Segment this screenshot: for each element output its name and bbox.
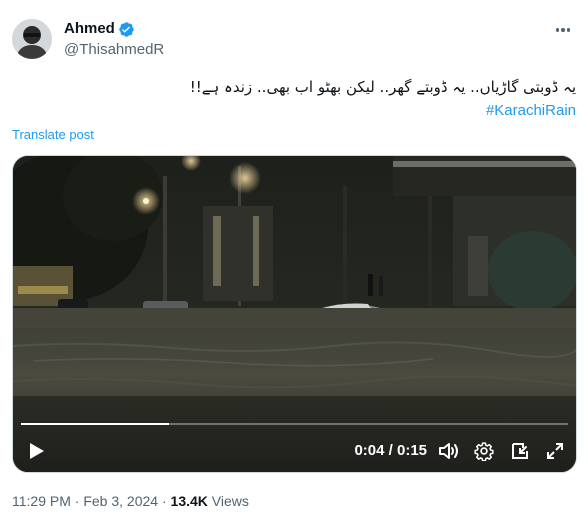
hashtag-link[interactable]: #KarachiRain <box>16 100 576 122</box>
verified-badge-icon[interactable] <box>118 21 135 38</box>
volume-icon[interactable] <box>437 440 461 462</box>
video-progress-fill <box>21 423 169 425</box>
meta-separator: · <box>161 493 171 509</box>
post-time[interactable]: 11:29 PM <box>12 493 71 509</box>
post-text: یہ ڈوبتی گاڑیاں.. یہ ڈوبتے گھر.. لیکن بھ… <box>189 78 576 96</box>
views-label: Views <box>211 493 249 509</box>
name-row: Ahmed <box>64 20 135 38</box>
post-meta: 11:29 PM · Feb 3, 2024 · 13.4K Views <box>12 491 249 511</box>
post-date[interactable]: Feb 3, 2024 <box>83 493 158 509</box>
video-controls: 0:04 / 0:15 <box>13 428 576 472</box>
translate-post-link[interactable]: Translate post <box>12 127 94 142</box>
fullscreen-icon[interactable] <box>544 440 566 462</box>
video-progress-bar[interactable] <box>21 423 568 425</box>
views-count[interactable]: 13.4K <box>171 493 208 509</box>
video-frame <box>13 156 576 472</box>
settings-gear-icon[interactable] <box>473 440 495 462</box>
avatar[interactable] <box>12 19 52 59</box>
picture-in-picture-icon[interactable] <box>509 440 531 462</box>
handle[interactable]: @ThisahmedR <box>64 41 164 59</box>
post-text-block: یہ ڈوبتی گاڑیاں.. یہ ڈوبتے گھر.. لیکن بھ… <box>16 75 576 122</box>
display-name[interactable]: Ahmed <box>64 20 115 38</box>
video-player[interactable]: 0:04 / 0:15 <box>12 155 577 473</box>
more-options-icon[interactable] <box>552 20 574 40</box>
post-header: Ahmed @ThisahmedR <box>12 14 576 64</box>
video-time-display: 0:04 / 0:15 <box>354 442 427 459</box>
play-icon[interactable] <box>27 440 47 462</box>
